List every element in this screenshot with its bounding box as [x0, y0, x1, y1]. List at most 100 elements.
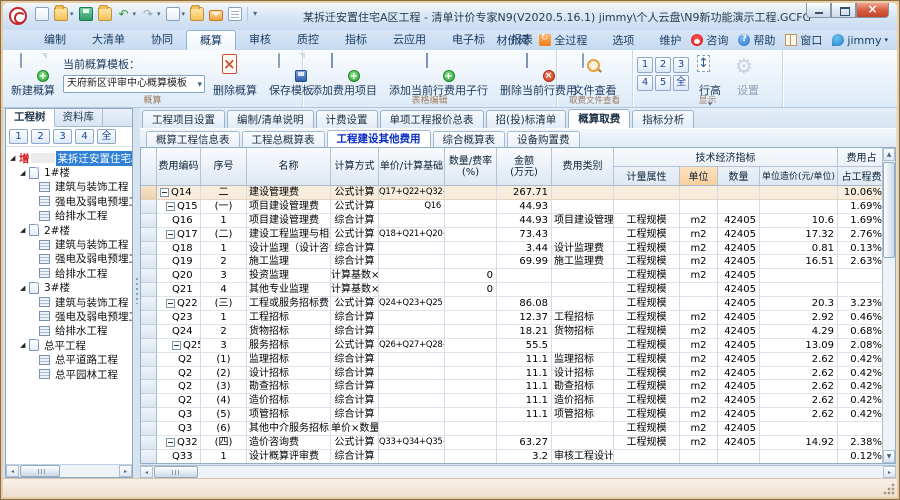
document-tab[interactable]: 编制/清单说明: [227, 110, 314, 128]
estimate-subtab[interactable]: 综合概算表: [433, 131, 506, 147]
panel-splitter[interactable]: [133, 108, 140, 478]
header-measure-attr[interactable]: 计量属性: [614, 167, 680, 185]
undo-icon[interactable]: ↶: [117, 7, 131, 21]
table-row[interactable]: Q14 二 建设管理费 公式计算 Q17+Q22+Q32+Q15 267.71: [141, 186, 882, 200]
titlebar-menu-item[interactable]: 窗口 ▾: [782, 32, 825, 48]
header-basis[interactable]: 单价/计算基础: [379, 148, 445, 185]
sidebar-horizontal-scrollbar[interactable]: ◂ ▸: [6, 464, 132, 477]
tree-item[interactable]: ◢ 1#楼: [6, 165, 132, 179]
collapse-icon[interactable]: [166, 299, 175, 308]
export-folder-icon[interactable]: [190, 7, 204, 21]
row-header-cell[interactable]: [141, 367, 157, 381]
tree-item[interactable]: ◢ 建筑与装饰工程: [6, 237, 132, 251]
table-horizontal-scrollbar[interactable]: ◂ ▸: [140, 465, 896, 478]
table-row[interactable]: Q16 1 项目建设管理费 综合计算 44.93 项目建设管理费 工程: [141, 214, 882, 228]
titlebar-menu-item[interactable]: 材价网 ▾: [478, 32, 532, 48]
document-tab[interactable]: 概算取费: [568, 109, 630, 128]
collapse-icon[interactable]: [166, 230, 175, 239]
table-row[interactable]: Q2 (2) 设计招标 综合计算 11.1 设计招标 工程规模: [141, 367, 882, 381]
table-row[interactable]: Q3 (5) 项管招标 综合计算 11.1 项管招标 工程规模: [141, 408, 882, 422]
template-combobox[interactable]: 天府新区评审中心概算模板: [63, 75, 205, 93]
table-row[interactable]: Q18 1 设计监理（设计咨询） 综合计算 3.44 设计监理费 工程: [141, 242, 882, 256]
undo-dropdown-icon[interactable]: ▾: [133, 10, 137, 18]
tree-item[interactable]: ◢ 建筑与装饰工程: [6, 295, 132, 309]
file-view-button[interactable]: 文件查看: [569, 53, 621, 99]
maximize-button[interactable]: [831, 3, 856, 18]
scrollbar-thumb[interactable]: [154, 466, 198, 478]
app-logo-icon[interactable]: [9, 7, 27, 25]
row-header-cell[interactable]: [141, 242, 157, 256]
tree-item[interactable]: ◢ 总平园林工程: [6, 367, 132, 381]
header-fee-code[interactable]: 费用编码: [157, 148, 201, 185]
header-fee-category[interactable]: 费用类别: [552, 148, 614, 185]
open-dropdown-icon[interactable]: ▾: [70, 10, 74, 18]
tree-level-button[interactable]: 3: [53, 129, 72, 144]
table-row[interactable]: Q3 (6) 其他中介服务招标 单价×数量 工程规模: [141, 422, 882, 436]
vertical-scrollbar[interactable]: ▲ ▼: [882, 148, 895, 463]
row-header-cell[interactable]: [141, 269, 157, 283]
row-header-cell[interactable]: [141, 394, 157, 408]
header-seq[interactable]: 序号: [201, 148, 247, 185]
level-button[interactable]: 5: [655, 75, 671, 91]
titlebar-menu-item[interactable]: jimmy ▾: [829, 34, 891, 47]
collapse-icon[interactable]: [166, 202, 175, 211]
scrollbar-thumb[interactable]: [883, 162, 895, 258]
row-header-cell[interactable]: [141, 422, 157, 436]
row-header-cell[interactable]: [141, 380, 157, 394]
print-dropdown-icon[interactable]: ▾: [182, 10, 186, 18]
tree-level-button[interactable]: 全: [97, 129, 116, 144]
table-row[interactable]: Q21 4 其他专业监理 计算基数×费 0 工程规模: [141, 283, 882, 297]
header-amount[interactable]: 金额(万元): [497, 148, 552, 185]
header-unit[interactable]: 单位: [680, 167, 718, 185]
expand-icon[interactable]: ◢: [20, 341, 29, 349]
table-row[interactable]: Q22 (三) 工程或服务招标费 公式计算 Q24+Q23+Q25 86.08: [141, 297, 882, 311]
tree-item[interactable]: ◢ 总平工程: [6, 338, 132, 352]
row-header-cell[interactable]: [141, 228, 157, 242]
table-row[interactable]: Q2 (1) 监理招标 综合计算 11.1 监理招标 工程规模: [141, 353, 882, 367]
customize-toolbar-icon[interactable]: ▾: [247, 7, 257, 21]
scroll-left-icon[interactable]: ◂: [140, 466, 153, 478]
tree-item[interactable]: ◢ 总平道路工程: [6, 352, 132, 366]
document-tab[interactable]: 指标分析: [632, 110, 694, 128]
scrollbar-thumb[interactable]: [20, 465, 60, 477]
table-row[interactable]: Q15 (一) 项目建设管理费 公式计算 Q16 44.93: [141, 200, 882, 214]
level-button[interactable]: 4: [637, 75, 653, 91]
table-row[interactable]: Q17 (二) 建设工程监理与相关服 公式计算 Q18+Q21+Q20+Q19 …: [141, 228, 882, 242]
header-name[interactable]: 名称: [247, 148, 331, 185]
tree-item[interactable]: ◢ 给排水工程: [6, 324, 132, 338]
titlebar-menu-item[interactable]: 咨询 ▾: [688, 32, 731, 48]
row-header-cell[interactable]: [141, 408, 157, 422]
row-header-cell[interactable]: [141, 200, 157, 214]
row-header-cell[interactable]: [141, 311, 157, 325]
scroll-right-icon[interactable]: ▸: [883, 466, 896, 478]
estimate-subtab[interactable]: 设备购置费: [507, 131, 580, 147]
titlebar-menu-item[interactable]: 维护 ▾: [641, 32, 684, 48]
table-row[interactable]: Q2 (3) 勘查招标 综合计算 11.1 勘查招标 工程规模: [141, 380, 882, 394]
mail-icon[interactable]: [209, 10, 223, 21]
ribbon-tab[interactable]: 云应用: [380, 30, 439, 50]
tree-level-button[interactable]: 4: [75, 129, 94, 144]
level-button[interactable]: 全: [673, 75, 689, 91]
document-tab[interactable]: 单项工程报价总表: [380, 110, 484, 128]
row-header-cell[interactable]: [141, 353, 157, 367]
tree-item[interactable]: ◢ 强电及弱电预埋工程: [6, 252, 132, 266]
level-button[interactable]: 1: [637, 57, 653, 73]
tree-level-button[interactable]: 1: [9, 129, 28, 144]
tree-item[interactable]: ◢ 3#楼: [6, 281, 132, 295]
header-qty[interactable]: 数量: [718, 167, 760, 185]
ribbon-tab[interactable]: 质控: [284, 30, 332, 50]
document-tab[interactable]: 计费设置: [316, 110, 378, 128]
expand-icon[interactable]: ◢: [10, 154, 19, 162]
expand-icon[interactable]: ◢: [20, 226, 29, 234]
table-row[interactable]: Q19 2 施工监理 综合计算 69.99 施工监理费 工程规模: [141, 255, 882, 269]
estimate-subtab[interactable]: 概算工程信息表: [146, 131, 240, 147]
estimate-subtab[interactable]: 工程总概算表: [242, 131, 325, 147]
table-row[interactable]: Q24 2 货物招标 综合计算 18.21 货物招标 工程规模: [141, 325, 882, 339]
titlebar-menu-item[interactable]: 帮助 ▾: [735, 32, 778, 48]
tree-item[interactable]: ◢ 强电及弱电预埋工程: [6, 309, 132, 323]
scroll-up-icon[interactable]: ▲: [883, 148, 895, 161]
tree-item[interactable]: ◢ 建筑与装饰工程: [6, 180, 132, 194]
print-preview-icon[interactable]: [166, 7, 180, 21]
table-row[interactable]: Q23 1 工程招标 综合计算 12.37 工程招标 工程规模: [141, 311, 882, 325]
expand-icon[interactable]: ◢: [20, 169, 29, 177]
